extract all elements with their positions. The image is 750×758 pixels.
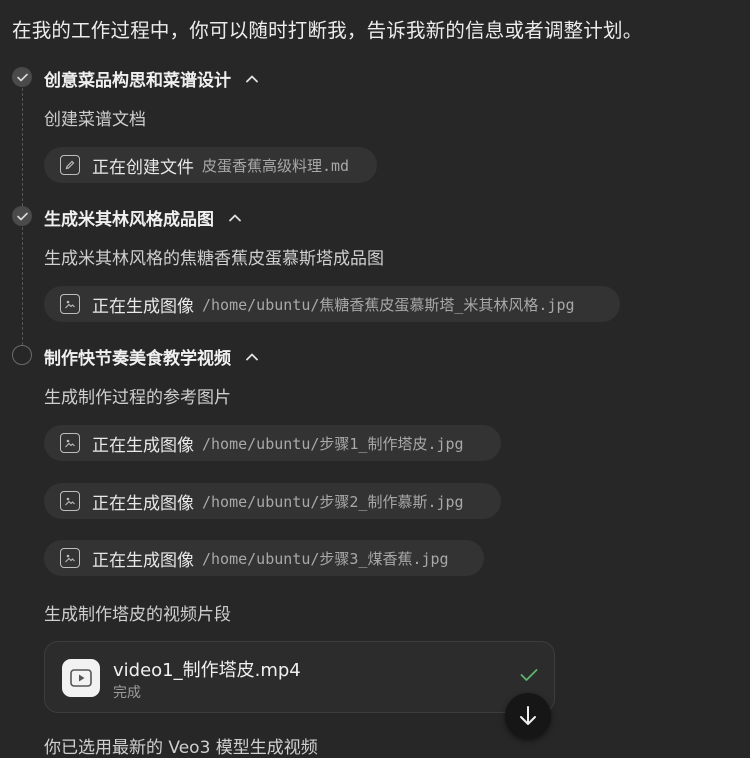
image-icon xyxy=(60,294,80,314)
step-subtitle: 生成米其林风格的焦糖香蕉皮蛋慕斯塔成品图 xyxy=(44,249,384,269)
chevron-up-icon[interactable] xyxy=(245,350,259,364)
action-target: 皮蛋香蕉高级料理.md xyxy=(202,156,350,175)
action-pill[interactable]: 正在生成图像 /home/ubuntu/步骤2_制作慕斯.jpg xyxy=(44,483,501,519)
step-complete-icon xyxy=(12,206,32,226)
chevron-up-icon[interactable] xyxy=(245,72,259,86)
step-subtitle: 生成制作塔皮的视频片段 xyxy=(44,605,231,625)
timeline-connector xyxy=(22,227,23,345)
action-target: /home/ubuntu/步骤3_煤香蕉.jpg xyxy=(202,549,449,568)
chevron-up-icon[interactable] xyxy=(228,211,242,225)
step-title-label: 制作快节奏美食教学视频 xyxy=(44,349,231,369)
action-target: /home/ubuntu/焦糖香蕉皮蛋慕斯塔_米其林风格.jpg xyxy=(202,295,575,314)
step-title-label: 创意菜品构思和菜谱设计 xyxy=(44,71,231,91)
action-pill[interactable]: 正在创建文件 皮蛋香蕉高级料理.md xyxy=(44,147,377,183)
step-title[interactable]: 制作快节奏美食教学视频 xyxy=(44,344,259,369)
timeline-connector xyxy=(22,88,23,206)
step-subtitle: 创建菜谱文档 xyxy=(44,110,146,130)
video-file-card[interactable]: video1_制作塔皮.mp4 完成 xyxy=(44,641,555,713)
step-title[interactable]: 创意菜品构思和菜谱设计 xyxy=(44,66,259,91)
arrow-down-icon xyxy=(520,706,536,725)
action-label: 正在生成图像 xyxy=(92,493,194,514)
edit-icon xyxy=(60,155,80,175)
action-label: 正在生成图像 xyxy=(92,435,194,456)
image-icon xyxy=(60,433,80,453)
action-label: 正在生成图像 xyxy=(92,296,194,317)
image-icon xyxy=(60,548,80,568)
scroll-down-button[interactable] xyxy=(505,693,551,739)
video-play-icon xyxy=(62,659,100,697)
check-icon xyxy=(520,669,538,681)
step-title[interactable]: 生成米其林风格成品图 xyxy=(44,205,242,230)
action-target: /home/ubuntu/步骤2_制作慕斯.jpg xyxy=(202,492,464,511)
action-target: /home/ubuntu/步骤1_制作塔皮.jpg xyxy=(202,434,464,453)
video-filename: video1_制作塔皮.mp4 xyxy=(113,660,301,681)
action-pill[interactable]: 正在生成图像 /home/ubuntu/步骤3_煤香蕉.jpg xyxy=(44,540,484,576)
action-pill[interactable]: 正在生成图像 /home/ubuntu/焦糖香蕉皮蛋慕斯塔_米其林风格.jpg xyxy=(44,286,620,322)
action-label: 正在生成图像 xyxy=(92,550,194,571)
footer-message: 你已选用最新的 Veo3 模型生成视频 xyxy=(44,738,318,758)
action-pill[interactable]: 正在生成图像 /home/ubuntu/步骤1_制作塔皮.jpg xyxy=(44,425,501,461)
step-pending-icon xyxy=(12,345,32,365)
step-complete-icon xyxy=(12,67,32,87)
intro-text: 在我的工作过程中，你可以随时打断我，告诉我新的信息或者调整计划。 xyxy=(12,19,643,42)
video-status: 完成 xyxy=(113,685,141,701)
step-subtitle: 生成制作过程的参考图片 xyxy=(44,388,231,408)
image-icon xyxy=(60,491,80,511)
action-label: 正在创建文件 xyxy=(92,157,194,178)
step-title-label: 生成米其林风格成品图 xyxy=(44,210,214,230)
